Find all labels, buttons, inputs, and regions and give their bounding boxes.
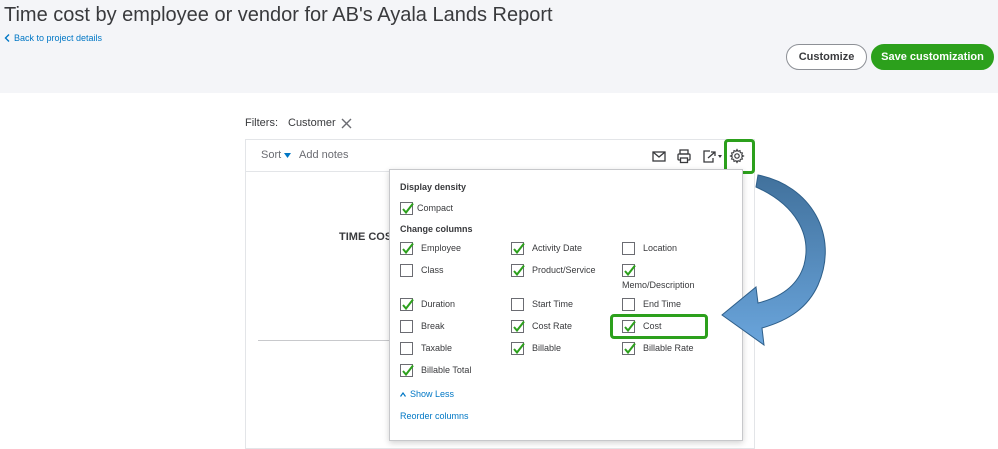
employee-checkbox[interactable]	[400, 242, 414, 255]
filters-label: Filters:	[245, 117, 278, 129]
show-less-link[interactable]: Show Less	[400, 389, 454, 399]
report-toolbar: Sort Add notes	[246, 140, 754, 172]
billable-checkbox[interactable]	[511, 342, 525, 355]
curved-arrow-annotation	[721, 174, 826, 347]
checkmark-icon	[402, 242, 414, 255]
taxable-label: Taxable	[421, 343, 453, 353]
checkmark-icon	[513, 342, 525, 355]
billable-rate-checkbox[interactable]	[622, 342, 636, 355]
report-header: Time cost by employee or vendor for AB's…	[0, 0, 998, 93]
close-icon[interactable]	[341, 118, 352, 129]
billable-label: Billable	[532, 343, 562, 353]
checkmark-icon	[402, 298, 414, 311]
break-label: Break	[421, 321, 445, 331]
checkmark-icon	[624, 342, 636, 355]
change-columns-heading: Change columns	[400, 224, 473, 234]
checkmark-icon	[513, 242, 525, 255]
page-title: Time cost by employee or vendor for AB's…	[4, 4, 553, 26]
filter-chip-label: Customer	[288, 117, 336, 129]
add-notes-link[interactable]: Add notes	[299, 149, 349, 161]
checkmark-icon	[513, 264, 525, 277]
checkmark-icon	[624, 264, 636, 277]
start-time-label: Start Time	[532, 299, 574, 309]
chevron-up-icon	[400, 391, 406, 397]
display-density-heading: Display density	[400, 182, 467, 192]
duration-label: Duration	[421, 299, 456, 309]
billable-rate-label: Billable Rate	[643, 343, 694, 353]
caret-down-icon	[284, 152, 292, 158]
start-time-checkbox[interactable]	[511, 298, 524, 311]
activity-date-label: Activity Date	[532, 243, 583, 253]
checkmark-icon	[402, 364, 414, 377]
duration-checkbox[interactable]	[400, 298, 414, 311]
memo-description-label: Memo/Description	[622, 280, 695, 290]
filters-bar: Filters: Customer	[245, 117, 352, 129]
class-checkbox[interactable]	[400, 264, 413, 277]
cost-rate-checkbox[interactable]	[511, 320, 525, 333]
cost-rate-label: Cost Rate	[532, 321, 573, 331]
reorder-columns-link[interactable]: Reorder columns	[400, 411, 469, 421]
sort-label: Sort	[261, 149, 282, 161]
product-service-checkbox[interactable]	[511, 264, 525, 277]
employee-label: Employee	[421, 243, 462, 253]
billable-total-label: Billable Total	[421, 365, 472, 375]
customize-button[interactable]: Customize	[786, 44, 867, 70]
email-icon[interactable]	[651, 148, 667, 164]
product-service-label: Product/Service	[532, 265, 596, 275]
end-time-label: End Time	[643, 299, 682, 309]
sort-dropdown[interactable]: Sort	[261, 149, 292, 161]
filter-chip-customer[interactable]: Customer	[288, 117, 352, 129]
location-label: Location	[643, 243, 678, 253]
back-link-label: Back to project details	[14, 33, 103, 43]
save-customization-button[interactable]: Save customization	[871, 44, 994, 70]
report-divider	[258, 340, 393, 341]
activity-date-checkbox[interactable]	[511, 242, 525, 255]
compact-label: Compact	[417, 203, 454, 213]
checkmark-icon	[513, 320, 525, 333]
end-time-checkbox[interactable]	[622, 298, 635, 311]
compact-checkbox[interactable]	[400, 202, 414, 215]
show-less-label: Show Less	[410, 389, 455, 399]
break-checkbox[interactable]	[400, 320, 413, 333]
customize-columns-panel: Display density Compact Change columns S…	[389, 169, 743, 441]
billable-total-checkbox[interactable]	[400, 364, 414, 377]
memo-description-checkbox[interactable]	[622, 264, 636, 277]
chevron-left-icon	[4, 34, 10, 42]
checkmark-icon	[402, 202, 414, 215]
report-title: TIME COS	[339, 231, 393, 243]
export-icon[interactable]	[701, 148, 723, 164]
taxable-checkbox[interactable]	[400, 342, 413, 355]
print-icon[interactable]	[676, 148, 692, 164]
location-checkbox[interactable]	[622, 242, 635, 255]
class-label: Class	[421, 265, 444, 275]
back-link[interactable]: Back to project details	[4, 33, 102, 43]
cost-highlight-box	[610, 314, 708, 339]
